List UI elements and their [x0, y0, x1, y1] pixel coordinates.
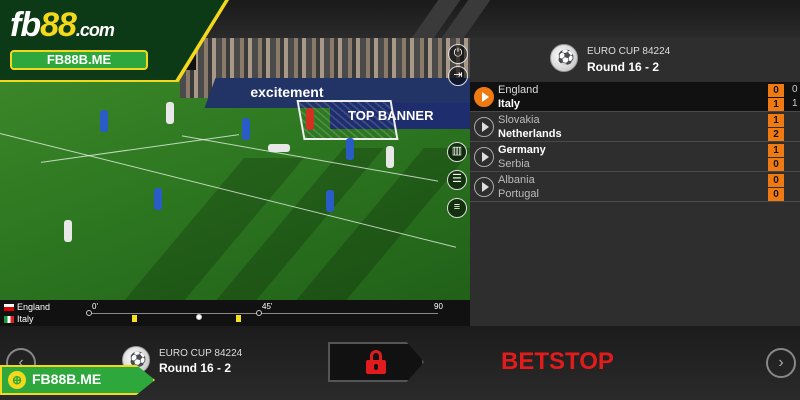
timeline-mark-start: 0' — [92, 302, 98, 311]
play-icon[interactable] — [474, 87, 494, 107]
home-score: 0 — [768, 174, 784, 187]
bottom-cup-name: EURO CUP 84224 — [159, 348, 243, 359]
pitch-line — [181, 135, 439, 182]
away-team: Netherlands — [498, 128, 562, 140]
player — [326, 190, 334, 212]
football-icon — [550, 44, 578, 72]
away-team: Italy — [498, 98, 521, 110]
stats-icon[interactable]: ▥ — [447, 142, 467, 162]
away-score: 0 — [768, 188, 784, 201]
player — [346, 138, 354, 160]
player — [64, 220, 72, 242]
lineup-icon[interactable]: ≡ — [447, 198, 467, 218]
ad-text: excitement — [250, 84, 324, 100]
timeline-home-name: England — [17, 302, 51, 312]
bottom-cup-round: Round 16 - 2 — [159, 361, 232, 375]
match-row[interactable]: Albania Portugal 0 0 — [470, 172, 800, 202]
home-team: Slovakia — [498, 114, 540, 126]
italy-flag-icon — [4, 316, 14, 324]
home-team: England — [498, 84, 539, 96]
badge-text: FB88B.ME — [32, 371, 102, 387]
pitch-line — [40, 134, 240, 163]
player — [100, 110, 108, 132]
player — [242, 118, 250, 140]
goalkeeper — [306, 108, 314, 130]
power-icon[interactable]: ⏻ — [448, 44, 468, 64]
player — [154, 188, 162, 210]
timeline-bar — [88, 313, 438, 314]
goal-ball-icon — [196, 314, 202, 320]
yellow-card-icon — [236, 315, 241, 322]
home-team: Germany — [498, 144, 546, 156]
lock-icon — [366, 350, 386, 374]
match-row[interactable]: Slovakia Netherlands 1 2 — [470, 112, 800, 142]
away-score: 1 — [768, 98, 784, 111]
yellow-card-icon — [132, 315, 137, 322]
home-score: 1 — [768, 144, 784, 157]
bet-lock-button[interactable] — [328, 342, 424, 382]
domain-badge[interactable]: ⊕ FB88B.ME — [0, 365, 160, 395]
logo-domain: FB88B.ME — [10, 50, 148, 70]
chevron-right-icon[interactable]: › — [766, 348, 796, 378]
home-extra-score: 0 — [792, 84, 798, 95]
betstop-label: BETSTOP — [501, 348, 614, 375]
virtual-sports-screen: excitement TOP BANNER 56' ⏻ ⇥ ▥ ☰ ≡ Engl… — [0, 0, 800, 400]
timeline-dot — [86, 310, 92, 316]
globe-icon: ⊕ — [8, 371, 26, 389]
match-timeline: England Italy 0' 45' 90 — [0, 300, 470, 326]
play-icon[interactable] — [474, 177, 494, 197]
cup-round: Round 16 - 2 — [587, 60, 660, 74]
away-team: Portugal — [498, 188, 539, 200]
panel-header: EURO CUP 84224 Round 16 - 2 — [470, 38, 800, 82]
match-row[interactable]: Germany Serbia 1 0 — [470, 142, 800, 172]
away-team: Serbia — [498, 158, 530, 170]
home-score: 0 — [768, 84, 784, 97]
home-score: 1 — [768, 114, 784, 127]
away-score: 2 — [768, 128, 784, 141]
timeline-away: Italy — [4, 314, 34, 324]
timeline-away-name: Italy — [17, 314, 34, 324]
timeline-dot — [256, 310, 262, 316]
match-row[interactable]: England Italy 0 1 0 1 — [470, 82, 800, 112]
away-score: 0 — [768, 158, 784, 171]
play-icon[interactable] — [474, 117, 494, 137]
england-flag-icon — [4, 304, 14, 312]
player — [268, 144, 290, 152]
match-list-panel: EURO CUP 84224 Round 16 - 2 England Ital… — [470, 38, 800, 326]
exit-icon[interactable]: ⇥ — [448, 66, 468, 86]
list-icon[interactable]: ☰ — [447, 170, 467, 190]
timeline-home: England — [4, 302, 50, 312]
logo-wordmark: fb88.com — [10, 6, 115, 44]
home-team: Albania — [498, 174, 535, 186]
timeline-mark-end: 90 — [434, 302, 443, 311]
away-extra-score: 1 — [792, 98, 798, 109]
player — [166, 102, 174, 124]
cup-name: EURO CUP 84224 — [587, 46, 671, 57]
player — [386, 146, 394, 168]
play-icon[interactable] — [474, 147, 494, 167]
timeline-mark-half: 45' — [262, 302, 273, 311]
